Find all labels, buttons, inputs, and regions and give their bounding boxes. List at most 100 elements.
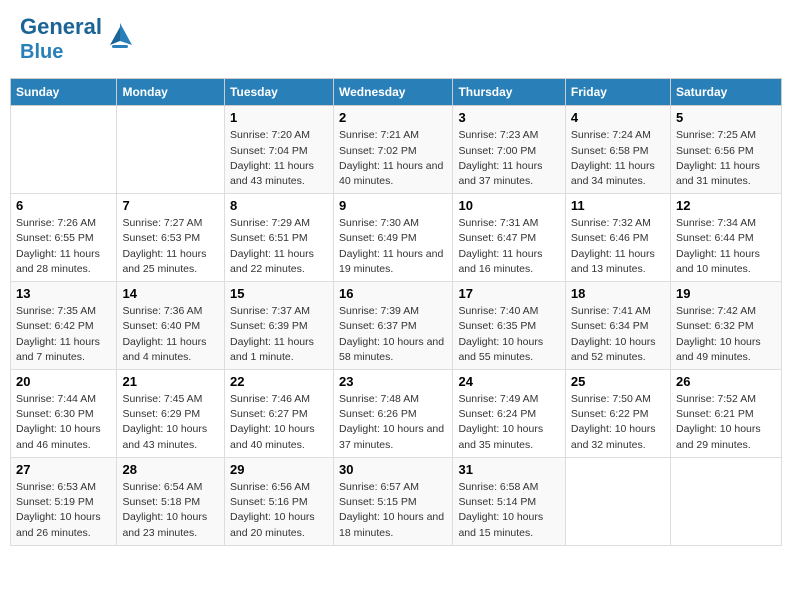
header-cell-sunday: Sunday	[11, 79, 117, 106]
day-info: Sunrise: 7:50 AMSunset: 6:22 PMDaylight:…	[571, 392, 665, 453]
day-cell: 8 Sunrise: 7:29 AMSunset: 6:51 PMDaylight…	[225, 194, 334, 282]
header-cell-monday: Monday	[117, 79, 225, 106]
page-header: General Blue	[10, 10, 782, 68]
day-number: 22	[230, 374, 328, 389]
day-cell: 24 Sunrise: 7:49 AMSunset: 6:24 PMDayligh…	[453, 370, 565, 458]
day-number: 16	[339, 286, 447, 301]
day-number: 10	[458, 198, 559, 213]
day-cell: 26 Sunrise: 7:52 AMSunset: 6:21 PMDayligh…	[670, 370, 781, 458]
day-number: 13	[16, 286, 111, 301]
day-cell: 5 Sunrise: 7:25 AMSunset: 6:56 PMDaylight…	[670, 106, 781, 194]
header-cell-friday: Friday	[565, 79, 670, 106]
day-cell: 16 Sunrise: 7:39 AMSunset: 6:37 PMDayligh…	[334, 282, 453, 370]
day-number: 18	[571, 286, 665, 301]
day-info: Sunrise: 7:35 AMSunset: 6:42 PMDaylight:…	[16, 304, 111, 365]
day-info: Sunrise: 7:45 AMSunset: 6:29 PMDaylight:…	[122, 392, 219, 453]
day-info: Sunrise: 7:23 AMSunset: 7:00 PMDaylight:…	[458, 128, 559, 189]
day-cell: 22 Sunrise: 7:46 AMSunset: 6:27 PMDayligh…	[225, 370, 334, 458]
day-number: 27	[16, 462, 111, 477]
day-info: Sunrise: 7:24 AMSunset: 6:58 PMDaylight:…	[571, 128, 665, 189]
day-cell: 30Sunrise: 6:57 AMSunset: 5:15 PMDayligh…	[334, 457, 453, 545]
header-cell-tuesday: Tuesday	[225, 79, 334, 106]
day-cell: 29 Sunrise: 6:56 AMSunset: 5:16 PMDayligh…	[225, 457, 334, 545]
day-number: 25	[571, 374, 665, 389]
day-info: Sunrise: 7:26 AMSunset: 6:55 PMDaylight:…	[16, 216, 111, 277]
day-number: 20	[16, 374, 111, 389]
day-info: Sunrise: 7:41 AMSunset: 6:34 PMDaylight:…	[571, 304, 665, 365]
day-number: 11	[571, 198, 665, 213]
day-info: Sunrise: 7:42 AMSunset: 6:32 PMDaylight:…	[676, 304, 776, 365]
day-info: Sunrise: 7:25 AMSunset: 6:56 PMDaylight:…	[676, 128, 776, 189]
day-cell: 12 Sunrise: 7:34 AMSunset: 6:44 PMDayligh…	[670, 194, 781, 282]
day-cell	[11, 106, 117, 194]
week-row-1: 1Sunrise: 7:20 AMSunset: 7:04 PMDaylight…	[11, 106, 782, 194]
day-cell: 15Sunrise: 7:37 AMSunset: 6:39 PMDayligh…	[225, 282, 334, 370]
day-number: 31	[458, 462, 559, 477]
day-number: 14	[122, 286, 219, 301]
day-info: Sunrise: 6:53 AMSunset: 5:19 PMDaylight:…	[16, 480, 111, 541]
day-number: 9	[339, 198, 447, 213]
day-cell: 25 Sunrise: 7:50 AMSunset: 6:22 PMDayligh…	[565, 370, 670, 458]
day-cell: 9 Sunrise: 7:30 AMSunset: 6:49 PMDaylight…	[334, 194, 453, 282]
day-number: 29	[230, 462, 328, 477]
day-info: Sunrise: 7:20 AMSunset: 7:04 PMDaylight:…	[230, 128, 328, 189]
day-cell: 13 Sunrise: 7:35 AMSunset: 6:42 PMDayligh…	[11, 282, 117, 370]
day-cell	[670, 457, 781, 545]
day-number: 30	[339, 462, 447, 477]
day-cell: 2 Sunrise: 7:21 AMSunset: 7:02 PMDaylight…	[334, 106, 453, 194]
day-cell: 7 Sunrise: 7:27 AMSunset: 6:53 PMDaylight…	[117, 194, 225, 282]
day-cell: 14 Sunrise: 7:36 AMSunset: 6:40 PMDayligh…	[117, 282, 225, 370]
day-number: 15	[230, 286, 328, 301]
calendar-table: SundayMondayTuesdayWednesdayThursdayFrid…	[10, 78, 782, 545]
day-cell: 10Sunrise: 7:31 AMSunset: 6:47 PMDayligh…	[453, 194, 565, 282]
day-info: Sunrise: 7:44 AMSunset: 6:30 PMDaylight:…	[16, 392, 111, 453]
day-number: 8	[230, 198, 328, 213]
logo: General Blue	[20, 15, 136, 63]
day-info: Sunrise: 7:29 AMSunset: 6:51 PMDaylight:…	[230, 216, 328, 277]
header-cell-wednesday: Wednesday	[334, 79, 453, 106]
day-cell: 31Sunrise: 6:58 AMSunset: 5:14 PMDayligh…	[453, 457, 565, 545]
day-info: Sunrise: 7:32 AMSunset: 6:46 PMDaylight:…	[571, 216, 665, 277]
day-number: 12	[676, 198, 776, 213]
day-cell: 1Sunrise: 7:20 AMSunset: 7:04 PMDaylight…	[225, 106, 334, 194]
day-info: Sunrise: 7:46 AMSunset: 6:27 PMDaylight:…	[230, 392, 328, 453]
header-cell-thursday: Thursday	[453, 79, 565, 106]
week-row-2: 6 Sunrise: 7:26 AMSunset: 6:55 PMDaylight…	[11, 194, 782, 282]
day-number: 5	[676, 110, 776, 125]
day-info: Sunrise: 7:27 AMSunset: 6:53 PMDaylight:…	[122, 216, 219, 277]
week-row-4: 20 Sunrise: 7:44 AMSunset: 6:30 PMDayligh…	[11, 370, 782, 458]
day-cell: 27 Sunrise: 6:53 AMSunset: 5:19 PMDayligh…	[11, 457, 117, 545]
day-number: 24	[458, 374, 559, 389]
day-number: 19	[676, 286, 776, 301]
day-info: Sunrise: 7:40 AMSunset: 6:35 PMDaylight:…	[458, 304, 559, 365]
day-info: Sunrise: 7:36 AMSunset: 6:40 PMDaylight:…	[122, 304, 219, 365]
day-cell: 28 Sunrise: 6:54 AMSunset: 5:18 PMDayligh…	[117, 457, 225, 545]
day-info: Sunrise: 7:39 AMSunset: 6:37 PMDaylight:…	[339, 304, 447, 365]
day-number: 23	[339, 374, 447, 389]
day-number: 7	[122, 198, 219, 213]
day-number: 4	[571, 110, 665, 125]
day-cell: 4 Sunrise: 7:24 AMSunset: 6:58 PMDaylight…	[565, 106, 670, 194]
day-cell: 23 Sunrise: 7:48 AMSunset: 6:26 PMDayligh…	[334, 370, 453, 458]
day-number: 6	[16, 198, 111, 213]
day-info: Sunrise: 7:49 AMSunset: 6:24 PMDaylight:…	[458, 392, 559, 453]
day-info: Sunrise: 7:34 AMSunset: 6:44 PMDaylight:…	[676, 216, 776, 277]
day-cell: 20 Sunrise: 7:44 AMSunset: 6:30 PMDayligh…	[11, 370, 117, 458]
day-number: 26	[676, 374, 776, 389]
day-cell: 19 Sunrise: 7:42 AMSunset: 6:32 PMDayligh…	[670, 282, 781, 370]
day-info: Sunrise: 7:52 AMSunset: 6:21 PMDaylight:…	[676, 392, 776, 453]
day-cell	[117, 106, 225, 194]
day-info: Sunrise: 7:30 AMSunset: 6:49 PMDaylight:…	[339, 216, 447, 277]
day-info: Sunrise: 7:48 AMSunset: 6:26 PMDaylight:…	[339, 392, 447, 453]
header-row: SundayMondayTuesdayWednesdayThursdayFrid…	[11, 79, 782, 106]
day-info: Sunrise: 6:54 AMSunset: 5:18 PMDaylight:…	[122, 480, 219, 541]
day-info: Sunrise: 7:21 AMSunset: 7:02 PMDaylight:…	[339, 128, 447, 189]
day-number: 3	[458, 110, 559, 125]
week-row-3: 13 Sunrise: 7:35 AMSunset: 6:42 PMDayligh…	[11, 282, 782, 370]
day-cell: 6 Sunrise: 7:26 AMSunset: 6:55 PMDaylight…	[11, 194, 117, 282]
day-info: Sunrise: 6:56 AMSunset: 5:16 PMDaylight:…	[230, 480, 328, 541]
logo-sailboat-icon	[104, 19, 136, 51]
day-number: 2	[339, 110, 447, 125]
day-cell: 3 Sunrise: 7:23 AMSunset: 7:00 PMDaylight…	[453, 106, 565, 194]
day-number: 28	[122, 462, 219, 477]
